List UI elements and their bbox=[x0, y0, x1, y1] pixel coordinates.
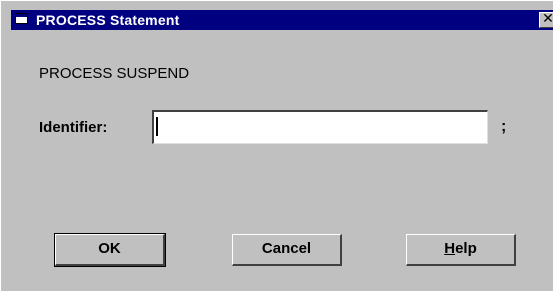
help-mnemonic: H bbox=[444, 240, 456, 257]
help-button[interactable]: Help bbox=[406, 234, 516, 266]
help-label-rest: elp bbox=[455, 240, 477, 257]
cancel-button[interactable]: Cancel bbox=[232, 234, 342, 266]
identifier-input[interactable] bbox=[152, 110, 488, 144]
window-title: PROCESS Statement bbox=[36, 12, 180, 28]
text-caret bbox=[156, 117, 158, 136]
window-menu-icon[interactable] bbox=[15, 13, 28, 24]
ok-button[interactable]: OK bbox=[54, 233, 166, 267]
close-icon[interactable]: ✕ bbox=[539, 12, 553, 28]
statement-text: PROCESS SUSPEND bbox=[39, 65, 190, 82]
process-statement-dialog: PROCESS Statement ✕ PROCESS SUSPEND Iden… bbox=[0, 0, 553, 291]
statement-terminator: ; bbox=[501, 118, 507, 135]
identifier-label: Identifier: bbox=[39, 119, 108, 136]
title-bar[interactable]: PROCESS Statement ✕ bbox=[11, 10, 553, 30]
